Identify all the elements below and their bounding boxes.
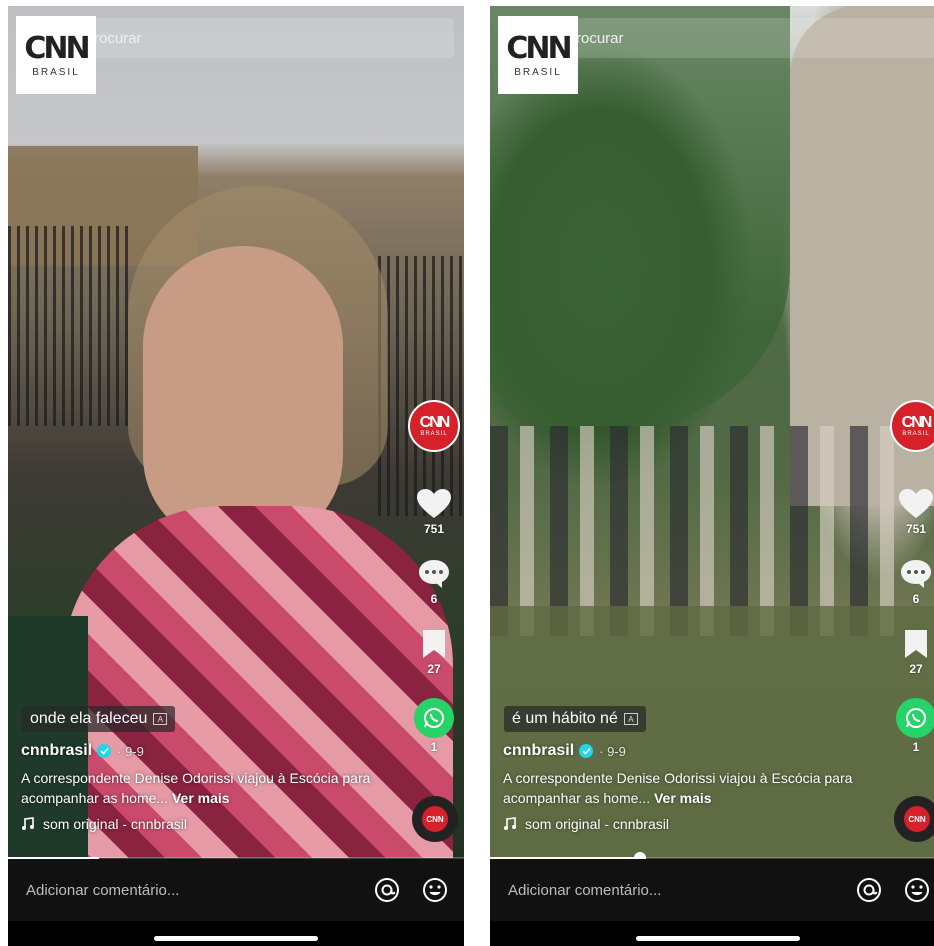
comment-icon (901, 560, 931, 588)
video-meta: cnnbrasil · 9-9 A correspondente Denise … (21, 742, 411, 832)
comment-button[interactable]: 6 (417, 558, 451, 606)
at-icon[interactable] (374, 877, 400, 903)
cnn-brasil-logo: CNN BRASIL (16, 16, 96, 94)
music-row[interactable]: som original - cnnbrasil (21, 816, 411, 832)
bookmark-icon (423, 630, 445, 658)
action-rail: CNN BRASIL 751 6 27 1 (890, 400, 934, 754)
comment-input[interactable] (26, 881, 352, 899)
caption-text: onde ela faleceu (30, 710, 148, 727)
see-more-link[interactable]: Ver mais (654, 790, 712, 806)
comment-bar (490, 859, 934, 921)
home-indicator (636, 936, 800, 941)
translate-icon[interactable]: A (153, 713, 168, 725)
comment-count: 6 (912, 592, 920, 606)
verified-icon (97, 744, 112, 758)
person-face (143, 246, 343, 546)
comment-icon (419, 560, 449, 588)
avatar-sub: BRASIL (902, 431, 930, 437)
creator-avatar[interactable]: CNN BRASIL (408, 400, 460, 452)
share-count: 1 (912, 740, 920, 754)
video-screen-1: Procurar CNN BRASIL CNN BRASIL 751 6 27 … (8, 6, 464, 946)
home-indicator (154, 936, 318, 941)
avatar-sub: BRASIL (420, 431, 448, 437)
user-row: cnnbrasil · 9-9 (21, 742, 411, 760)
description: A correspondente Denise Odorissi viajou … (21, 768, 411, 808)
gate (8, 226, 128, 426)
post-date: · 9-9 (599, 743, 626, 759)
caption-chip: é um hábito né A (504, 706, 646, 732)
share-button[interactable]: 1 (896, 698, 934, 754)
whatsapp-icon (896, 698, 934, 738)
comment-input[interactable] (508, 881, 834, 899)
description: A correspondente Denise Odorissi viajou … (503, 768, 893, 808)
music-disc[interactable]: CNN (894, 796, 934, 842)
action-rail: CNN BRASIL 751 6 27 1 (408, 400, 460, 754)
user-row: cnnbrasil · 9-9 (503, 742, 893, 760)
logo-mark: CNN (24, 30, 90, 66)
comment-bar (8, 859, 464, 921)
caption-chip: onde ela faleceu A (22, 706, 176, 732)
save-count: 27 (909, 662, 923, 676)
emoji-icon[interactable] (422, 877, 448, 903)
whatsapp-icon (414, 698, 454, 738)
heart-icon (417, 489, 451, 518)
like-count: 751 (423, 522, 445, 536)
avatar-mark: CNN (419, 414, 451, 431)
post-date: · 9-9 (117, 743, 144, 759)
verified-icon (579, 744, 594, 758)
avatar-mark: CNN (901, 414, 933, 431)
at-icon[interactable] (856, 877, 882, 903)
music-disc[interactable]: CNN (412, 796, 458, 842)
emoji-icon[interactable] (904, 877, 930, 903)
like-button[interactable]: 751 (416, 488, 452, 536)
like-count: 751 (905, 522, 927, 536)
share-button[interactable]: 1 (414, 698, 454, 754)
logo-sub: BRASIL (514, 66, 562, 78)
like-button[interactable]: 751 (898, 488, 934, 536)
creator-avatar[interactable]: CNN BRASIL (890, 400, 934, 452)
music-row[interactable]: som original - cnnbrasil (503, 816, 893, 832)
disc-mark: CNN (422, 806, 448, 832)
comment-button[interactable]: 6 (899, 558, 933, 606)
see-more-link[interactable]: Ver mais (172, 790, 230, 806)
save-button[interactable]: 27 (902, 628, 930, 676)
username[interactable]: cnnbrasil (503, 742, 574, 760)
bookmark-icon (905, 630, 927, 658)
save-count: 27 (427, 662, 441, 676)
music-label: som original - cnnbrasil (525, 816, 669, 832)
video-screen-2: Procurar CNN BRASIL CNN BRASIL 751 6 27 … (490, 6, 934, 946)
heart-icon (899, 489, 933, 518)
music-label: som original - cnnbrasil (43, 816, 187, 832)
share-count: 1 (430, 740, 438, 754)
crowd (490, 426, 910, 636)
logo-sub: BRASIL (32, 66, 80, 78)
username[interactable]: cnnbrasil (21, 742, 92, 760)
disc-mark: CNN (904, 806, 930, 832)
video-meta: cnnbrasil · 9-9 A correspondente Denise … (503, 742, 893, 832)
search-input[interactable]: Procurar (530, 18, 934, 58)
caption-text: é um hábito né (512, 710, 618, 727)
music-note-icon (504, 817, 516, 830)
translate-icon[interactable]: A (623, 713, 638, 725)
save-button[interactable]: 27 (420, 628, 448, 676)
cnn-brasil-logo: CNN BRASIL (498, 16, 578, 94)
search-input[interactable]: Procurar (48, 18, 454, 58)
comment-count: 6 (430, 592, 438, 606)
logo-mark: CNN (506, 30, 572, 66)
music-note-icon (22, 817, 34, 830)
